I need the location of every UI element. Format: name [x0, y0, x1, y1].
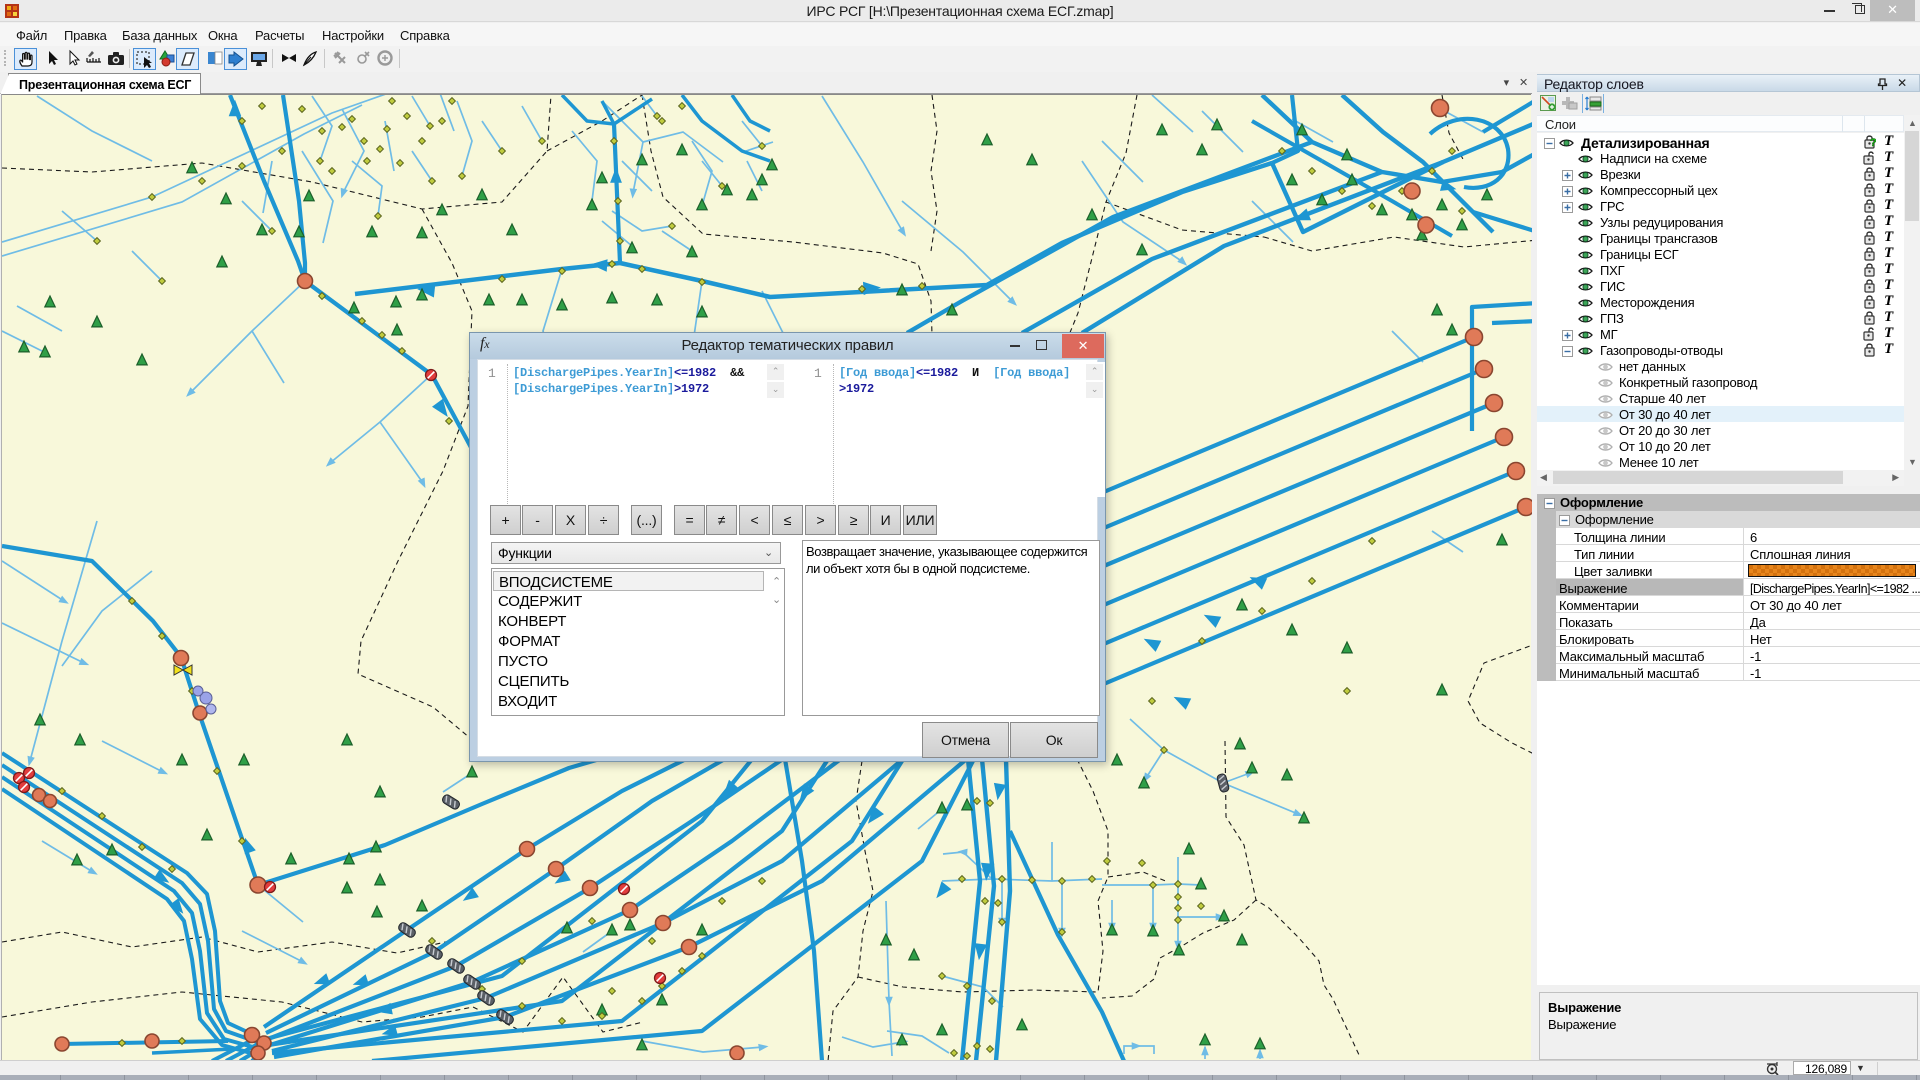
svg-text:?: ? [1870, 137, 1876, 149]
